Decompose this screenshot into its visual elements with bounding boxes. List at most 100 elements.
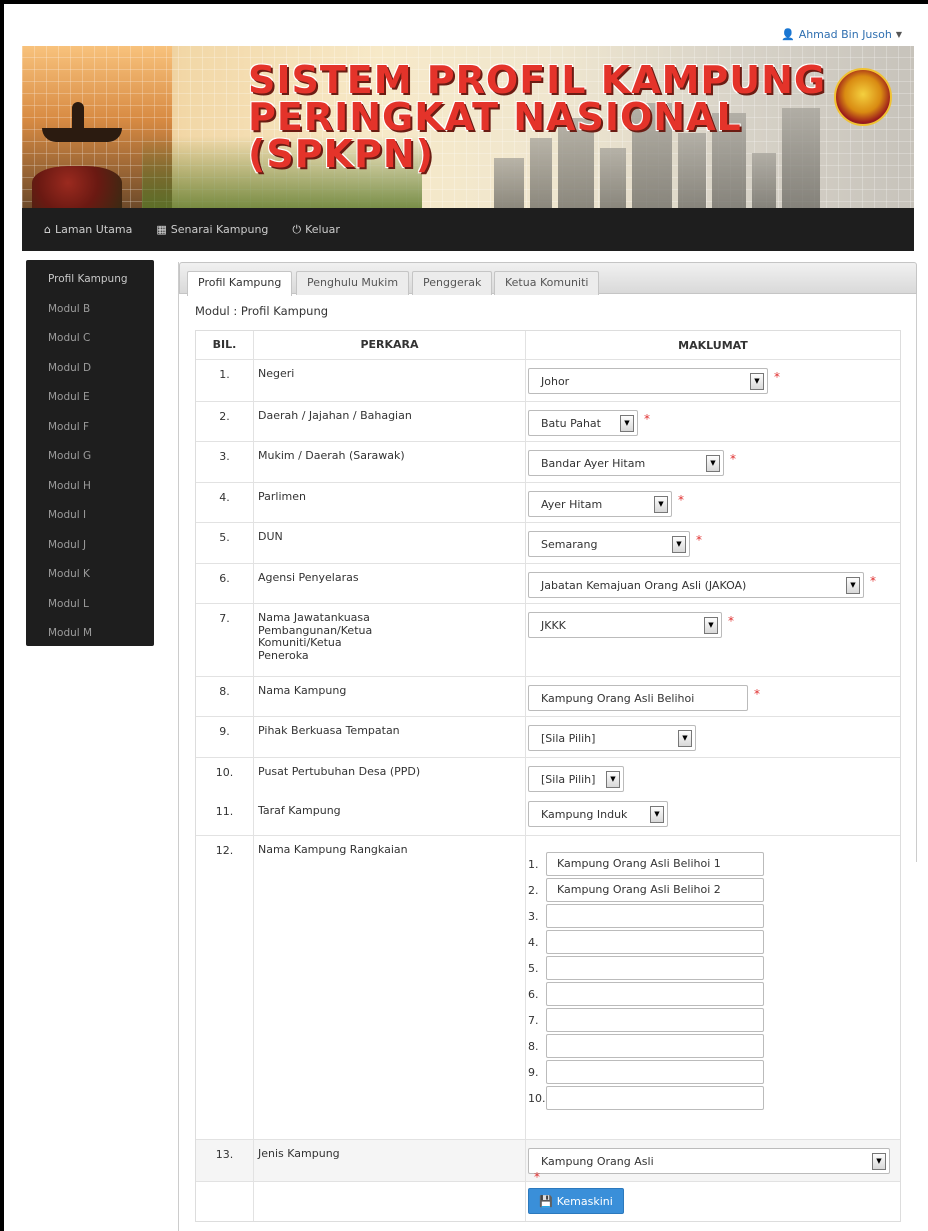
rangkaian-num: 8. xyxy=(528,1039,539,1053)
nama-kampung-input[interactable]: Kampung Orang Asli Belihoi xyxy=(528,685,748,711)
sidebar-item-profil-kampung[interactable]: Profil Kampung xyxy=(26,268,154,298)
required-mark: * xyxy=(696,532,702,547)
rangkaian-line: 5. xyxy=(528,955,900,981)
row-value-cell: Semarang ▼ * xyxy=(526,523,900,563)
table-row: 12. Nama Kampung Rangkaian 1. Kampung Ora… xyxy=(196,835,900,1139)
table-row: 8. Nama Kampung Kampung Orang Asli Belih… xyxy=(196,676,900,716)
table-row: 3. Mukim / Daerah (Sarawak) Bandar Ayer … xyxy=(196,441,900,482)
nav-keluar[interactable]: ⏻ Keluar xyxy=(292,223,339,237)
sidebar-item-modul-i[interactable]: Modul I xyxy=(26,504,154,534)
tab-penghulu-mukim[interactable]: Penghulu Mukim xyxy=(296,271,410,295)
dropdown-arrow-icon: ▼ xyxy=(704,617,718,634)
row-label: Pusat Pertubuhan Desa (PPD) xyxy=(254,758,526,797)
user-menu[interactable]: 👤 Ahmad Bin Jusoh ▼ xyxy=(781,28,902,41)
profil-table: BIL. PERKARA MAKLUMAT 1. Negeri Johor ▼ * … xyxy=(195,330,901,1222)
table-row: 4. Parlimen Ayer Hitam ▼ * xyxy=(196,482,900,522)
sidebar-item-modul-d[interactable]: Modul D xyxy=(26,357,154,387)
select-value: Kampung Orang Asli xyxy=(541,1154,654,1168)
header-banner: SISTEM PROFIL KAMPUNG PERINGKAT NASIONAL… xyxy=(22,46,914,208)
rangkaian-input[interactable] xyxy=(546,1060,764,1084)
required-mark: * xyxy=(678,492,684,507)
row-number: 13. xyxy=(196,1140,254,1181)
dropdown-arrow-icon: ▼ xyxy=(650,806,664,823)
pbt-select[interactable]: [Sila Pilih] ▼ xyxy=(528,725,696,751)
row-value-cell: Ayer Hitam ▼ * xyxy=(526,483,900,522)
top-nav: ⌂ Laman Utama ▦ Senarai Kampung ⏻ Keluar xyxy=(22,208,914,251)
row-value-cell: Batu Pahat ▼ * xyxy=(526,402,900,441)
rangkaian-line: 10. xyxy=(528,1085,900,1111)
panel-border xyxy=(916,294,917,862)
row-number: 4. xyxy=(196,483,254,522)
row-label: Mukim / Daerah (Sarawak) xyxy=(254,442,526,482)
required-mark: * xyxy=(774,369,780,384)
dun-select[interactable]: Semarang ▼ xyxy=(528,531,690,557)
table-row: 2. Daerah / Jajahan / Bahagian Batu Paha… xyxy=(196,401,900,441)
tab-ketua-komuniti[interactable]: Ketua Komuniti xyxy=(494,271,600,295)
coat-of-arms-logo xyxy=(834,68,892,126)
sidebar-item-modul-l[interactable]: Modul L xyxy=(26,593,154,623)
daerah-select[interactable]: Batu Pahat ▼ xyxy=(528,410,638,436)
kemaskini-button[interactable]: 💾 Kemaskini xyxy=(528,1188,624,1214)
row-number: 8. xyxy=(196,677,254,716)
table-row: 6. Agensi Penyelaras Jabatan Kemajuan Or… xyxy=(196,563,900,603)
select-value: Jabatan Kemajuan Orang Asli (JAKOA) xyxy=(541,578,747,592)
tab-profil-kampung[interactable]: Profil Kampung xyxy=(187,271,293,296)
jenis-kampung-select[interactable]: Kampung Orang Asli ▼ xyxy=(528,1148,890,1174)
rangkaian-num: 7. xyxy=(528,1013,539,1027)
table-row: 9. Pihak Berkuasa Tempatan [Sila Pilih] ▼ xyxy=(196,716,900,757)
dropdown-arrow-icon: ▼ xyxy=(654,496,668,513)
required-mark: * xyxy=(644,411,650,426)
row-label: Nama Jawatankuasa Pembangunan/Ketua Komu… xyxy=(254,604,526,676)
jawatankuasa-select[interactable]: JKKK ▼ xyxy=(528,612,722,638)
rangkaian-input[interactable] xyxy=(546,1008,764,1032)
rangkaian-num: 3. xyxy=(528,909,539,923)
mukim-select[interactable]: Bandar Ayer Hitam ▼ xyxy=(528,450,724,476)
row-label: DUN xyxy=(254,523,526,563)
sidebar-item-modul-h[interactable]: Modul H xyxy=(26,475,154,505)
ppd-select[interactable]: [Sila Pilih] ▼ xyxy=(528,766,624,792)
nav-senarai-kampung[interactable]: ▦ Senarai Kampung xyxy=(156,223,268,236)
sidebar-item-modul-g[interactable]: Modul G xyxy=(26,445,154,475)
sidebar-item-modul-e[interactable]: Modul E xyxy=(26,386,154,416)
user-icon: 👤 xyxy=(780,28,795,41)
row-label: Daerah / Jajahan / Bahagian xyxy=(254,402,526,441)
tab-penggerak[interactable]: Penggerak xyxy=(412,271,493,295)
rangkaian-input[interactable]: Kampung Orang Asli Belihoi 1 xyxy=(546,852,764,876)
agensi-select[interactable]: Jabatan Kemajuan Orang Asli (JAKOA) ▼ xyxy=(528,572,864,598)
table-row: 1. Negeri Johor ▼ * xyxy=(196,359,900,401)
sidebar-item-modul-m[interactable]: Modul M xyxy=(26,622,154,652)
nav-laman-utama[interactable]: ⌂ Laman Utama xyxy=(44,223,132,236)
negeri-select[interactable]: Johor ▼ xyxy=(528,368,768,394)
row-value-cell: 💾 Kemaskini xyxy=(526,1182,900,1221)
sidebar-item-modul-c[interactable]: Modul C xyxy=(26,327,154,357)
rangkaian-input[interactable] xyxy=(546,1034,764,1058)
parlimen-select[interactable]: Ayer Hitam ▼ xyxy=(528,491,672,517)
row-label xyxy=(254,1182,526,1221)
banner-title-line-1: SISTEM PROFIL KAMPUNG xyxy=(248,58,827,102)
rangkaian-input[interactable] xyxy=(546,956,764,980)
select-value: [Sila Pilih] xyxy=(541,731,596,745)
select-value: [Sila Pilih] xyxy=(541,772,596,786)
taraf-select[interactable]: Kampung Induk ▼ xyxy=(528,801,668,827)
rangkaian-input[interactable] xyxy=(546,904,764,928)
table-row: 10. Pusat Pertubuhan Desa (PPD) [Sila Pi… xyxy=(196,757,900,797)
sidebar-item-modul-j[interactable]: Modul J xyxy=(26,534,154,564)
row-number: 1. xyxy=(196,360,254,401)
header-perkara: PERKARA xyxy=(254,331,526,359)
select-value: Bandar Ayer Hitam xyxy=(541,456,646,470)
sidebar-item-modul-f[interactable]: Modul F xyxy=(26,416,154,446)
rangkaian-input[interactable] xyxy=(546,930,764,954)
table-row: 7. Nama Jawatankuasa Pembangunan/Ketua K… xyxy=(196,603,900,676)
sidebar-item-modul-b[interactable]: Modul B xyxy=(26,298,154,328)
rangkaian-input[interactable] xyxy=(546,1086,764,1110)
tab-bar: Profil Kampung Penghulu Mukim Penggerak … xyxy=(179,262,917,296)
row-label: Jenis Kampung xyxy=(254,1140,526,1181)
sidebar-item-modul-k[interactable]: Modul K xyxy=(26,563,154,593)
row-value-cell: [Sila Pilih] ▼ xyxy=(526,717,900,757)
rangkaian-input[interactable] xyxy=(546,982,764,1006)
table-header: BIL. PERKARA MAKLUMAT xyxy=(196,331,900,359)
rangkaian-num: 10. xyxy=(528,1091,546,1105)
rangkaian-input[interactable]: Kampung Orang Asli Belihoi 2 xyxy=(546,878,764,902)
rangkaian-num: 1. xyxy=(528,857,539,871)
row-number: 7. xyxy=(196,604,254,676)
